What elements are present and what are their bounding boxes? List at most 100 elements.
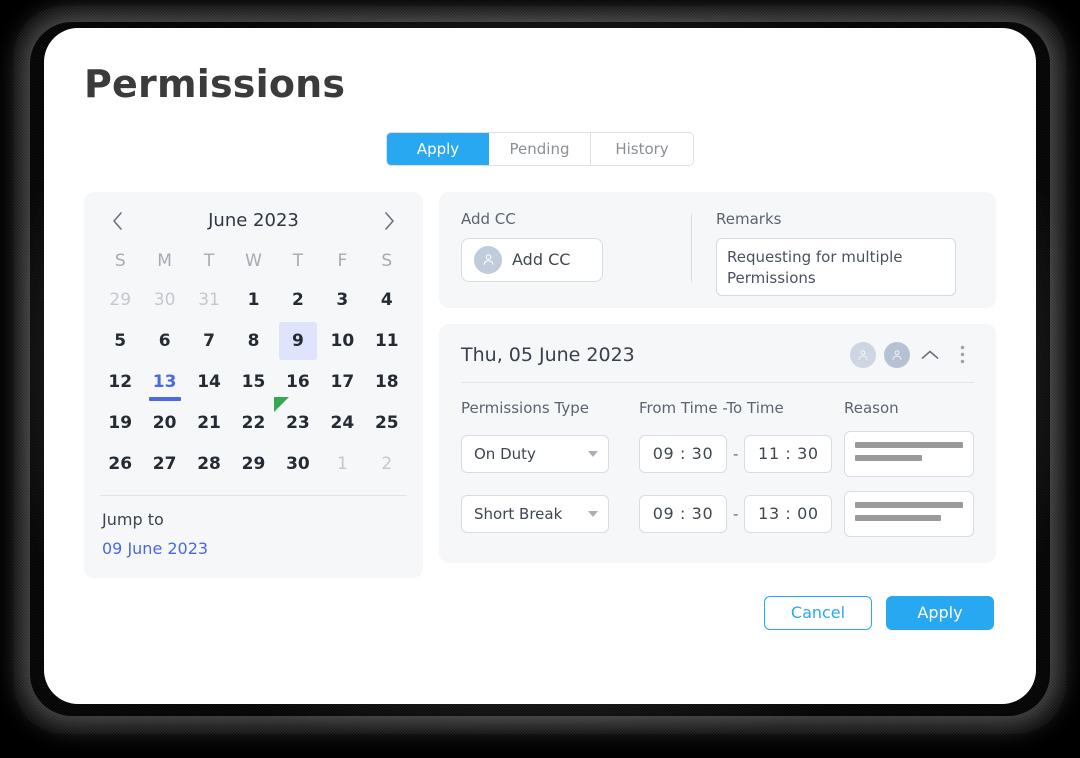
day-number: 27: [152, 453, 177, 474]
chevron-right-icon[interactable]: [379, 210, 401, 232]
column-header-type: Permissions Type: [461, 398, 589, 417]
reason-input-1[interactable]: [844, 430, 974, 477]
jump-to-date-link[interactable]: 09 June 2023: [102, 539, 405, 558]
tab-history[interactable]: History: [591, 132, 693, 165]
jump-to-section: Jump to 09 June 2023: [98, 496, 409, 578]
calendar-day[interactable]: 15: [231, 363, 275, 401]
calendar-day[interactable]: 26: [98, 445, 142, 483]
footer-actions: Cancel Apply: [84, 595, 996, 630]
calendar-day[interactable]: 19: [98, 404, 142, 442]
calendar-day[interactable]: 2: [365, 445, 409, 483]
detail-header: Thu, 05 June 2023: [461, 341, 974, 382]
cancel-button[interactable]: Cancel: [764, 595, 872, 630]
calendar-day[interactable]: 23: [276, 404, 320, 442]
calendar-day[interactable]: 20: [142, 404, 186, 442]
calendar-day[interactable]: 10: [320, 322, 364, 360]
jump-to-label: Jump to: [102, 509, 164, 529]
more-vertical-icon[interactable]: [950, 343, 974, 367]
from-time-input-1[interactable]: 09 : 30: [639, 434, 727, 473]
day-number: 16: [286, 371, 310, 392]
remarks-input[interactable]: Requesting for multiple Permissions: [716, 237, 956, 296]
vertical-divider: [691, 213, 692, 282]
chevron-up-icon[interactable]: [918, 343, 942, 367]
permission-type-select-2[interactable]: Short Break: [461, 494, 609, 533]
calendar-day[interactable]: 14: [187, 363, 231, 401]
calendar-day[interactable]: 4: [365, 281, 409, 319]
calendar-day-today[interactable]: 13: [142, 363, 186, 401]
calendar-day[interactable]: 12: [98, 363, 142, 401]
calendar-day[interactable]: 11: [365, 322, 409, 360]
day-number: 31: [198, 289, 220, 310]
calendar-month-title: June 2023: [208, 210, 299, 232]
tab-bar: Apply Pending History: [386, 131, 694, 166]
permission-type-cell: On Duty: [461, 434, 639, 473]
to-time-input-2[interactable]: 13 : 00: [744, 494, 833, 533]
calendar-day[interactable]: 30: [142, 281, 186, 319]
add-cc-button-label: Add CC: [512, 250, 571, 270]
day-header: F: [337, 250, 348, 271]
day-number: 28: [197, 453, 221, 474]
permission-row: On Duty 09 : 30 - 11 : 30: [461, 430, 974, 477]
tab-pending[interactable]: Pending: [489, 132, 591, 165]
calendar-day[interactable]: 6: [142, 322, 186, 360]
detail-header-actions: [850, 341, 974, 368]
calendar-day[interactable]: 1: [231, 281, 275, 319]
day-number: 20: [152, 412, 177, 433]
apply-button[interactable]: Apply: [886, 595, 994, 630]
day-header: W: [245, 250, 262, 271]
day-number: 12: [108, 371, 133, 392]
calendar-day[interactable]: 31: [187, 281, 231, 319]
calendar-day[interactable]: 21: [187, 404, 231, 442]
calendar-day[interactable]: 28: [187, 445, 231, 483]
day-number: 1: [336, 453, 348, 474]
day-header: S: [114, 250, 126, 271]
reason-placeholder-bar: [855, 514, 942, 521]
calendar-day[interactable]: 17: [320, 363, 364, 401]
calendar-day[interactable]: 18: [365, 363, 409, 401]
calendar-day[interactable]: 22: [231, 404, 275, 442]
calendar-day[interactable]: 3: [320, 281, 364, 319]
calendar-day[interactable]: 29: [98, 281, 142, 319]
column-header-reason: Reason: [844, 398, 899, 417]
reason-cell: [844, 430, 974, 477]
calendar-day-selected[interactable]: 9: [276, 321, 320, 360]
day-number: 4: [380, 289, 393, 310]
from-time-input-2[interactable]: 09 : 30: [639, 494, 727, 533]
avatar-assignee-1[interactable]: [850, 341, 876, 368]
tab-apply[interactable]: Apply: [387, 132, 489, 165]
calendar-day-8[interactable]: 8: [231, 322, 275, 360]
day-number: 29: [109, 289, 132, 310]
day-number: 15: [241, 371, 266, 392]
add-cc-button[interactable]: Add CC: [461, 237, 603, 282]
calendar-day[interactable]: 2: [276, 281, 320, 319]
day-number: 11: [374, 330, 399, 351]
permission-row: Short Break 09 : 30 - 13 : 00: [461, 490, 974, 537]
calendar-day[interactable]: 27: [142, 445, 186, 483]
today-underline: [148, 396, 181, 401]
calendar-day[interactable]: 7: [187, 322, 231, 360]
calendar-day[interactable]: 25: [365, 404, 409, 442]
day-header: T: [292, 250, 304, 271]
day-number: 10: [330, 330, 355, 351]
person-icon: [474, 245, 502, 274]
day-number: 19: [108, 412, 133, 433]
reason-input-2[interactable]: [844, 490, 974, 537]
calendar-grid: S M T W T F S 29 30 31 1 2 3 4 5 6 7 8 9…: [98, 244, 409, 483]
time-separator: -: [733, 444, 739, 463]
cc-remarks-panel: Add CC Add CC Remarks Requesting for mul…: [439, 191, 996, 308]
calendar-day[interactable]: 24: [320, 404, 364, 442]
permission-type-select-1[interactable]: On Duty: [461, 434, 609, 473]
avatar-assignee-2[interactable]: [884, 341, 910, 368]
calendar-day[interactable]: 30: [276, 445, 320, 483]
calendar-header: June 2023: [98, 208, 409, 244]
reason-placeholder-bar: [855, 501, 963, 508]
to-time-input-1[interactable]: 11 : 30: [744, 434, 833, 473]
calendar-day[interactable]: 1: [320, 445, 364, 483]
content-grid: June 2023 S M T W T F S 29 30 31 1 2 3 4…: [84, 191, 996, 578]
day-number: 7: [203, 330, 215, 351]
calendar-day[interactable]: 29: [231, 445, 275, 483]
chevron-left-icon[interactable]: [106, 210, 128, 232]
detail-column-headers: Permissions Type From Time -To Time Reas…: [461, 399, 974, 417]
calendar-day[interactable]: 16: [276, 363, 320, 401]
calendar-day[interactable]: 5: [98, 322, 142, 360]
